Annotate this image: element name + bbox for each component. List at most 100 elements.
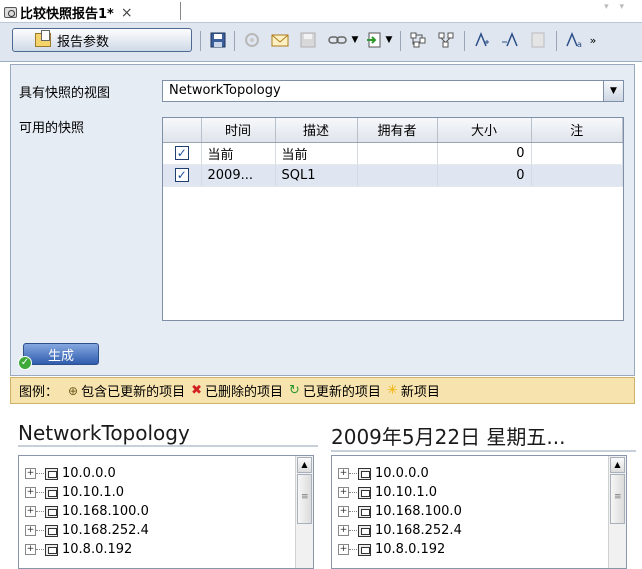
tree-node[interactable]: +10.10.1.0 [25, 483, 149, 502]
scroll-thumb[interactable] [297, 474, 312, 524]
toolbar-separator [464, 31, 465, 51]
tab-title: 比较快照报告1* [20, 7, 114, 22]
tree-node[interactable]: +10.0.0.0 [25, 464, 149, 483]
node-label: 10.168.252.4 [62, 523, 149, 538]
column-header-check[interactable] [163, 118, 202, 143]
chevron-down-icon[interactable]: ▼ [384, 30, 394, 50]
node-label: 10.8.0.192 [375, 542, 446, 557]
expand-icon[interactable]: + [25, 544, 36, 555]
left-tree: +10.0.0.0 +10.10.1.0 +10.168.100.0 +10.1… [18, 455, 314, 569]
scroll-up-icon[interactable]: ▲ [610, 457, 625, 473]
right-scrollbar[interactable]: ▲ [608, 456, 626, 568]
save-disabled-icon[interactable] [298, 30, 318, 50]
report-params-label: 报告参数 [57, 34, 110, 50]
view-node-icon [358, 486, 371, 499]
snapshot-table: 时间 描述 拥有者 大小 注 ✓ 当前 当前 0 ✓ 2009... SQL1 … [162, 117, 624, 321]
report-params-button[interactable]: 报告参数 [12, 28, 192, 52]
cell-desc: SQL1 [275, 164, 358, 187]
expand-icon[interactable]: + [25, 506, 36, 517]
expand-icon[interactable]: + [25, 468, 36, 479]
node-label: 10.10.1.0 [375, 485, 438, 500]
tree-node[interactable]: +10.168.252.4 [25, 521, 149, 540]
link-icon[interactable] [326, 30, 350, 50]
sort-desc-icon[interactable] [500, 30, 520, 50]
node-label: 10.168.252.4 [375, 523, 462, 538]
overflow-icon[interactable]: » [586, 30, 600, 50]
left-scrollbar[interactable]: ▲ [295, 456, 313, 568]
updated-icon: ↻ [289, 383, 300, 398]
row-checkbox-cell: ✓ [163, 142, 202, 165]
legend-item-updated: ↻ 已更新的项目 [289, 381, 381, 400]
legend-bar: 图例： ⊕ 包含已更新的项目 ✖ 已删除的项目 ↻ 已更新的项目 ✳ 新项目 [10, 377, 635, 404]
right-tree: +10.0.0.0 +10.10.1.0 +10.168.100.0 +10.1… [331, 455, 627, 569]
view-node-icon [358, 505, 371, 518]
row-checkbox-cell: ✓ [163, 164, 202, 187]
chevron-down-icon[interactable]: ▼ [350, 30, 360, 50]
cell-time: 2009... [201, 164, 276, 187]
tree-node[interactable]: +10.168.252.4 [338, 521, 462, 540]
tree-node[interactable]: +10.168.100.0 [338, 502, 462, 521]
tab-compare-report[interactable]: 比较快照报告1* × [4, 3, 133, 22]
scroll-thumb[interactable] [610, 474, 625, 524]
expand-icon[interactable]: + [338, 544, 349, 555]
view-node-icon [45, 486, 58, 499]
column-header-note[interactable]: 注 [531, 118, 623, 143]
snapshot-icon [4, 7, 17, 18]
export-icon[interactable] [364, 30, 384, 50]
column-header-size[interactable]: 大小 [437, 118, 532, 143]
toolbar: 报告参数 ▼ ▼ a » [0, 22, 642, 62]
email-icon[interactable] [270, 30, 290, 50]
settings-icon[interactable] [242, 30, 262, 50]
row-checkbox[interactable]: ✓ [174, 145, 189, 160]
collapse-all-icon[interactable] [436, 30, 456, 50]
cell-owner [357, 142, 438, 165]
node-label: 10.168.100.0 [375, 504, 462, 519]
node-label: 10.168.100.0 [62, 504, 149, 519]
tree-node[interactable]: +10.10.1.0 [338, 483, 462, 502]
legend-label: 已更新的项目 [302, 385, 381, 400]
page-icon[interactable] [528, 30, 548, 50]
cell-size: 0 [437, 142, 532, 165]
expand-icon[interactable]: + [338, 506, 349, 517]
column-header-owner[interactable]: 拥有者 [357, 118, 438, 143]
tab-strip: 比较快照报告1* × ▾ ▾ [0, 0, 642, 22]
view-node-icon [45, 543, 58, 556]
toolbar-separator [234, 31, 235, 51]
column-header-time[interactable]: 时间 [201, 118, 276, 143]
save-icon[interactable] [208, 30, 228, 50]
svg-text:a: a [577, 40, 582, 48]
window-controls[interactable]: ▾ ▾ [604, 2, 628, 12]
legend-item-new: ✳ 新项目 [387, 381, 440, 400]
close-icon[interactable]: × [121, 5, 133, 21]
expand-icon[interactable]: + [338, 487, 349, 498]
report-params-icon [35, 30, 51, 47]
chevron-down-icon[interactable]: ▼ [603, 81, 623, 101]
generate-label: 生成 [47, 348, 74, 364]
tab-divider [180, 2, 181, 20]
view-select[interactable]: NetworkTopology ▼ [162, 80, 624, 102]
expand-icon[interactable]: + [25, 525, 36, 536]
tree-node[interactable]: +10.8.0.192 [25, 540, 149, 559]
toolbar-separator [400, 31, 401, 51]
table-row[interactable]: ✓ 2009... SQL1 0 [163, 164, 623, 187]
column-header-desc[interactable]: 描述 [275, 118, 358, 143]
scroll-up-icon[interactable]: ▲ [297, 457, 312, 473]
tree-node[interactable]: +10.0.0.0 [338, 464, 462, 483]
expand-icon[interactable]: + [338, 525, 349, 536]
font-size-icon[interactable]: a [564, 30, 586, 50]
generate-button[interactable]: 生成 ✓ [18, 343, 99, 370]
table-row[interactable]: ✓ 当前 当前 0 [163, 142, 623, 165]
tree-node[interactable]: +10.168.100.0 [25, 502, 149, 521]
tree-node[interactable]: +10.8.0.192 [338, 540, 462, 559]
sort-asc-icon[interactable] [472, 30, 492, 50]
view-node-icon [45, 467, 58, 480]
toolbar-separator [556, 31, 557, 51]
expand-icon[interactable]: + [338, 468, 349, 479]
expand-all-icon[interactable] [408, 30, 428, 50]
legend-label: 已删除的项目 [205, 385, 284, 400]
cell-desc: 当前 [275, 142, 358, 165]
view-node-icon [358, 524, 371, 537]
expand-icon[interactable]: + [25, 487, 36, 498]
node-label: 10.0.0.0 [375, 466, 429, 481]
row-checkbox[interactable]: ✓ [174, 167, 189, 182]
